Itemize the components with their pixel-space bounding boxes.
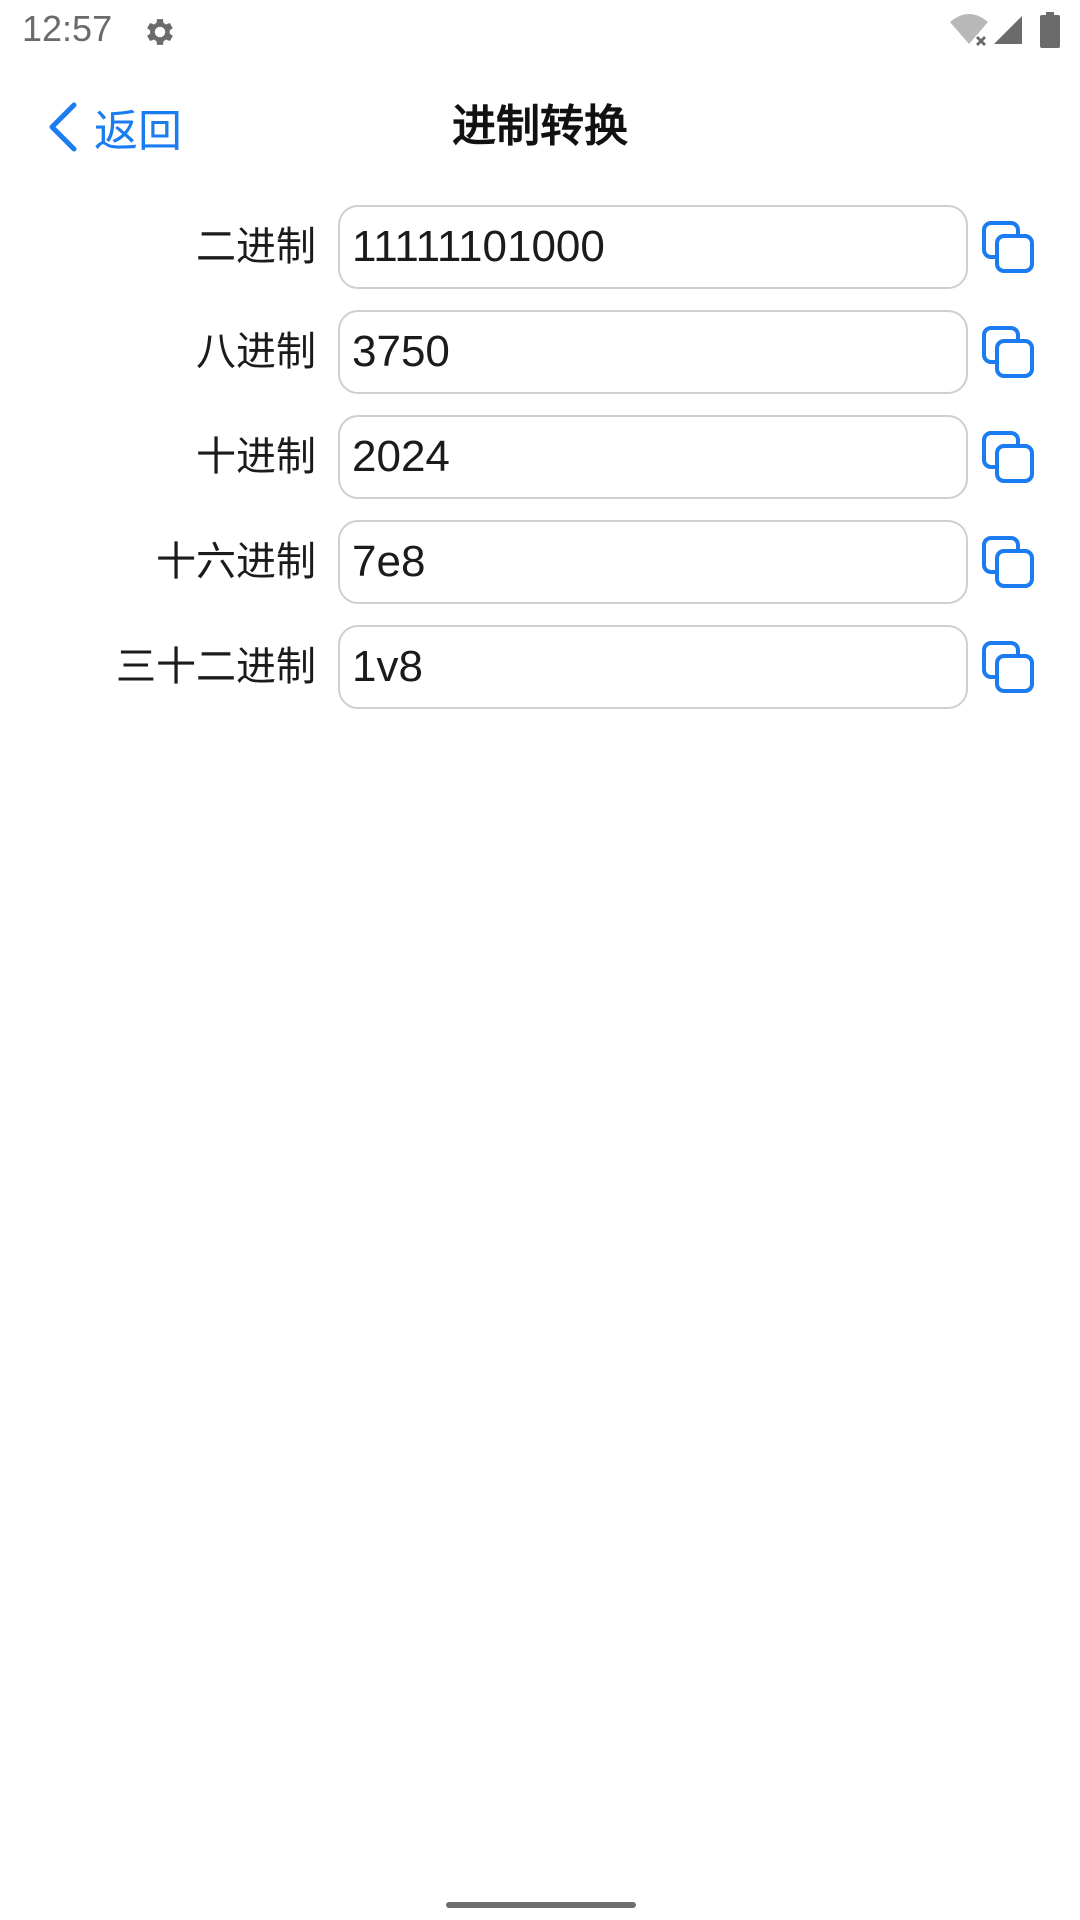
status-bar: 12:57 xyxy=(0,0,1080,62)
copy-icon xyxy=(982,326,1034,378)
back-button[interactable]: 返回 xyxy=(46,96,182,158)
decimal-input[interactable] xyxy=(338,415,968,499)
copy-icon xyxy=(982,221,1034,273)
row-hexadecimal: 十六进制 xyxy=(0,520,1080,604)
copy-binary-button[interactable] xyxy=(980,219,1036,275)
binary-input[interactable] xyxy=(338,205,968,289)
octal-input[interactable] xyxy=(338,310,968,394)
battery-icon xyxy=(1040,12,1060,48)
base32-label: 三十二进制 xyxy=(116,644,316,690)
copy-octal-button[interactable] xyxy=(980,324,1036,380)
screen: 12:57 进制转换 返回 二进制 11111101000 八进制 3750 十… xyxy=(0,0,1080,1920)
copy-base32-button[interactable] xyxy=(980,639,1036,695)
row-binary: 二进制 xyxy=(0,205,1080,289)
decimal-label: 十进制 xyxy=(196,434,316,480)
status-time: 12:57 xyxy=(22,8,113,49)
row-octal: 八进制 xyxy=(0,310,1080,394)
cell-signal-icon xyxy=(994,16,1022,44)
base32-input[interactable] xyxy=(338,625,968,709)
copy-icon xyxy=(982,431,1034,483)
octal-label: 八进制 xyxy=(196,329,316,375)
row-base32: 三十二进制 xyxy=(0,625,1080,709)
wifi-off-icon xyxy=(950,14,988,46)
copy-decimal-button[interactable] xyxy=(980,429,1036,485)
hexadecimal-label: 十六进制 xyxy=(156,539,316,585)
row-decimal: 十进制 xyxy=(0,415,1080,499)
home-indicator[interactable] xyxy=(446,1902,636,1908)
copy-icon xyxy=(982,536,1034,588)
back-button-label: 返回 xyxy=(94,106,182,157)
copy-hexadecimal-button[interactable] xyxy=(980,534,1036,590)
binary-label: 二进制 xyxy=(196,224,316,270)
copy-icon xyxy=(982,641,1034,693)
hexadecimal-input[interactable] xyxy=(338,520,968,604)
chevron-left-icon xyxy=(49,102,77,152)
gear-icon xyxy=(147,19,173,45)
